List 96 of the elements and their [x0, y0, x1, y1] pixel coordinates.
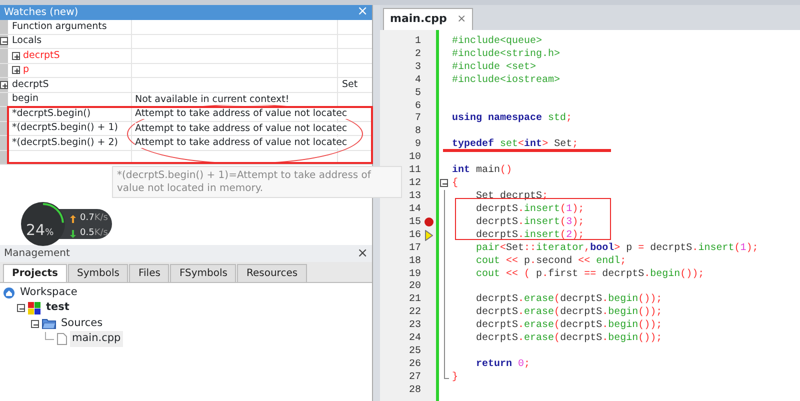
line-number: 3	[414, 62, 421, 73]
colored-squares-icon	[28, 302, 41, 315]
line-number: 19	[408, 268, 421, 280]
watch-value: Attempt to take address of value not locatec	[135, 122, 348, 134]
tree-item[interactable]: Sources	[59, 316, 105, 332]
code-line: pair<Set::iterator,bool> p = decrptS.insert(1);	[475, 242, 758, 254]
close-button[interactable]: ×	[456, 11, 466, 28]
code-line: decrptS.insert(3);	[475, 216, 584, 228]
line-number: 26	[408, 359, 421, 370]
code-line: #include<iostream>	[451, 74, 560, 86]
watch-expression: *(decrptS.begin() + 2)	[12, 136, 118, 150]
collapse-box-icon[interactable]	[0, 37, 8, 46]
line-number: 11	[408, 165, 421, 176]
down-arrow-icon	[70, 230, 76, 238]
code-line: decrptS.erase(decrptS.begin());	[475, 320, 662, 332]
panel-tab[interactable]: Symbols	[68, 264, 128, 282]
breakpoint-icon[interactable]	[424, 217, 434, 228]
watch-expression: Function arguments	[12, 20, 107, 34]
line-number: 14	[408, 204, 421, 215]
line-number: 12	[408, 178, 421, 190]
watch-value: Not available in current context!	[135, 94, 290, 104]
tooltip: *(decrptS.begin() + 1)=Attempt to take address of value not located in memory.	[112, 166, 402, 198]
code-line: {	[451, 178, 458, 190]
line-number: 13	[408, 191, 421, 202]
line-number: 10	[408, 152, 421, 164]
collapse-box-icon[interactable]	[17, 304, 25, 312]
collapse-box-icon[interactable]	[440, 179, 448, 188]
line-number: 2	[414, 48, 421, 60]
gauge-arc	[42, 203, 64, 223]
watch-value: Attempt to take address of value not locatec	[135, 137, 348, 148]
code-line: typedef set<int> Set;	[451, 139, 578, 150]
code-line: return 0;	[475, 359, 530, 370]
tree-item[interactable]: main.cpp	[70, 331, 123, 348]
line-number: 4	[414, 74, 421, 86]
code-line: #include<queue>	[451, 36, 542, 47]
watch-expression: *(decrptS.begin() + 1)	[12, 121, 118, 135]
panel-tab[interactable]: Resources	[237, 264, 307, 282]
watch-expression: *decrptS.begin()	[12, 106, 91, 120]
line-number: 6	[414, 100, 421, 112]
code-line: decrptS.erase(decrptS.begin());	[475, 333, 662, 344]
panel-tab[interactable]: FSymbols	[170, 264, 236, 282]
watch-type: Set	[342, 79, 358, 90]
panel-title: Management	[4, 247, 70, 261]
expand-box-icon[interactable]	[12, 66, 20, 74]
tree-item[interactable]: Workspace	[18, 284, 80, 301]
expand-box-icon[interactable]	[0, 80, 8, 89]
line-number: 5	[414, 88, 421, 99]
code-line: #include <set>	[451, 62, 536, 73]
tab-label: main.cpp	[390, 11, 447, 28]
file-icon	[57, 333, 67, 346]
line-number: 7	[414, 113, 421, 124]
code-line: }	[451, 372, 458, 383]
code-line: decrptS.insert(2);	[475, 230, 584, 241]
line-number: 8	[414, 126, 421, 138]
line-number: 20	[408, 281, 421, 292]
cpu-percent: 24%	[26, 223, 54, 241]
line-number: 24	[408, 333, 421, 344]
code-line: using namespace std;	[451, 113, 572, 124]
close-button[interactable]: ×	[357, 245, 368, 262]
line-number: 23	[408, 320, 421, 332]
panel-tab[interactable]: Projects	[3, 264, 68, 282]
code-line: int main()	[451, 165, 512, 176]
code-line: decrptS.erase(decrptS.begin());	[475, 294, 662, 306]
line-number: 27	[408, 372, 421, 383]
download-speed: 0.5K/s	[80, 227, 108, 240]
line-number: 18	[408, 256, 421, 267]
code-line: #include<string.h>	[451, 48, 560, 60]
line-number: 9	[414, 139, 421, 150]
watch-value: Attempt to take address of value not locatec	[135, 108, 348, 119]
code-line: decrptS.insert(1);	[475, 204, 584, 215]
collapse-box-icon[interactable]	[31, 320, 39, 328]
line-number: 28	[408, 384, 421, 396]
up-arrow-icon	[70, 214, 76, 223]
line-number: 22	[408, 307, 421, 318]
watch-expression: p	[23, 63, 30, 77]
line-number: 21	[408, 294, 421, 306]
line-number: 25	[408, 346, 421, 358]
tree-item[interactable]: test	[44, 300, 72, 316]
line-number: 15	[408, 216, 421, 228]
upload-speed: 0.7K/s	[80, 212, 108, 225]
expand-box-icon[interactable]	[12, 52, 20, 60]
folder-icon	[42, 318, 56, 330]
panel-title: Watches (new)	[4, 6, 78, 20]
workspace-icon	[3, 286, 15, 299]
watch-expression: decrptS	[12, 78, 49, 92]
watch-expression: decrptS	[23, 48, 60, 62]
editor-tab[interactable]: main.cpp ×	[383, 8, 474, 30]
code-line: cout << p.second << endl;	[475, 256, 626, 267]
line-number: 16	[408, 230, 421, 241]
watch-expression: begin	[12, 92, 39, 106]
watch-expression: Locals	[12, 34, 42, 48]
line-number: 17	[408, 242, 421, 254]
panel-tab[interactable]: Files	[129, 264, 170, 282]
code-line: cout << ( p.first == decrptS.begin());	[475, 268, 704, 280]
line-number: 1	[414, 36, 421, 47]
code-line: decrptS.erase(decrptS.begin());	[475, 307, 662, 318]
